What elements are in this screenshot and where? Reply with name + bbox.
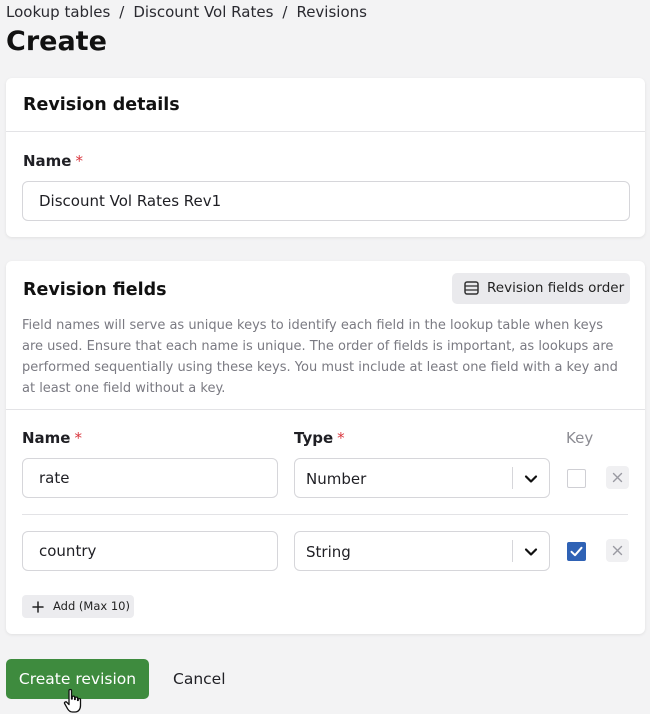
- breadcrumb-separator: /: [119, 3, 125, 21]
- required-mark: *: [337, 429, 345, 447]
- required-mark: *: [74, 429, 82, 447]
- row-divider: [22, 514, 628, 515]
- close-icon: [612, 545, 623, 556]
- chevron-down-icon: [524, 548, 538, 556]
- close-icon: [612, 472, 623, 483]
- chevron-down-icon: [524, 475, 538, 483]
- select-divider: [512, 467, 513, 489]
- check-icon: [570, 546, 583, 557]
- revision-details-title: Revision details: [23, 95, 180, 115]
- breadcrumb-separator: /: [282, 3, 288, 21]
- revision-details-card: Revision details Name *: [6, 78, 645, 237]
- column-header-key: Key: [566, 429, 594, 447]
- plus-icon: [32, 601, 44, 613]
- revision-fields-card: Revision fields Revision fields order Fi…: [6, 261, 645, 634]
- select-divider: [512, 540, 513, 562]
- field-name-input[interactable]: [22, 531, 278, 571]
- revision-name-input[interactable]: [22, 181, 630, 221]
- column-header-type: Type *: [294, 429, 345, 447]
- revision-fields-order-button[interactable]: Revision fields order: [452, 273, 630, 304]
- create-revision-label: Create revision: [18, 670, 137, 688]
- column-header-name: Name *: [22, 429, 82, 447]
- breadcrumb-revisions[interactable]: Revisions: [296, 3, 367, 21]
- field-type-select[interactable]: Number: [294, 458, 550, 498]
- required-mark: *: [75, 152, 83, 170]
- add-field-button[interactable]: Add (Max 10): [22, 595, 134, 618]
- column-header-name-text: Name: [22, 429, 71, 447]
- revision-fields-title: Revision fields: [23, 280, 167, 300]
- breadcrumb-lookup-tables[interactable]: Lookup tables: [6, 3, 110, 21]
- page-title: Create: [6, 26, 107, 57]
- hand-pointer-icon: [63, 688, 82, 713]
- cancel-button[interactable]: Cancel: [173, 670, 226, 688]
- remove-field-button[interactable]: [606, 466, 629, 489]
- fields-help-text: Field names will serve as unique keys to…: [22, 318, 618, 396]
- field-name-input[interactable]: [22, 458, 278, 498]
- key-checkbox[interactable]: [567, 542, 586, 561]
- divider: [6, 409, 645, 410]
- column-header-type-text: Type: [294, 429, 334, 447]
- remove-field-button[interactable]: [606, 539, 629, 562]
- name-label-text: Name: [23, 152, 72, 170]
- field-type-value: String: [306, 543, 351, 561]
- card-header: Revision details: [6, 78, 645, 132]
- add-field-label: Add (Max 10): [53, 599, 130, 613]
- field-type-select[interactable]: String: [294, 531, 550, 571]
- field-type-value: Number: [306, 470, 367, 488]
- key-checkbox[interactable]: [567, 469, 586, 488]
- breadcrumb-discount-vol-rates[interactable]: Discount Vol Rates: [133, 3, 273, 21]
- revision-fields-order-label: Revision fields order: [487, 280, 625, 296]
- breadcrumb: Lookup tables / Discount Vol Rates / Revisio…: [6, 3, 367, 21]
- list-icon: [464, 281, 479, 295]
- name-label: Name *: [23, 152, 83, 170]
